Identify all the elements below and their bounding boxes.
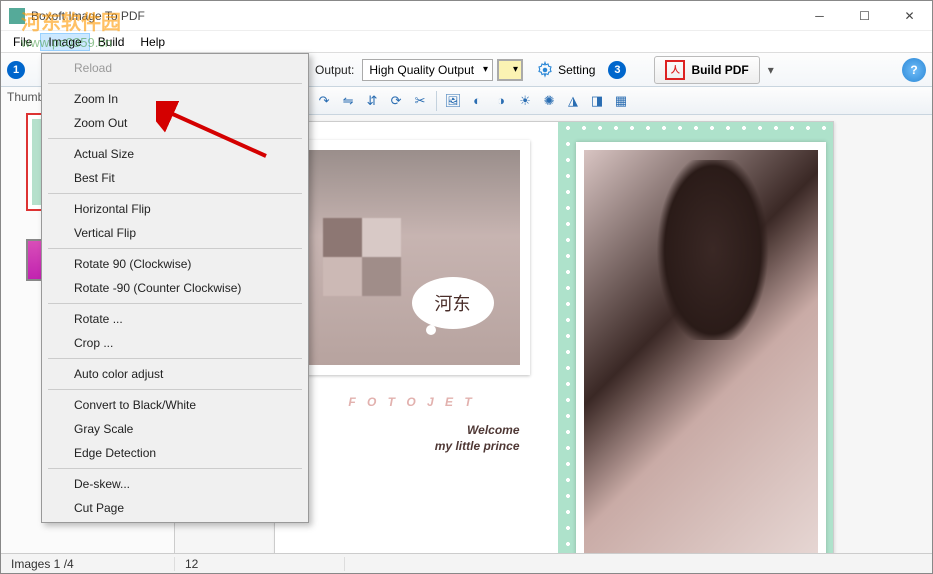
welcome-line-2: my little prince [295, 439, 520, 455]
crop-icon[interactable]: ✂ [410, 91, 430, 111]
page-right-bg [558, 122, 833, 553]
flip-h-icon[interactable]: ⇋ [338, 91, 358, 111]
speech-bubble: 河东 [412, 277, 494, 329]
page-left-col: 河东 F O T O J E T Welcome my little princ… [295, 140, 530, 454]
status-images-count: Images 1 /4 [1, 557, 175, 571]
menu-item-de-skew[interactable]: De-skew... [44, 472, 306, 496]
build-pdf-label: Build PDF [691, 63, 748, 77]
pdf-icon: 人 [665, 60, 685, 80]
close-button[interactable]: ✕ [887, 1, 932, 31]
app-icon [9, 8, 25, 24]
build-pdf-button[interactable]: 人 Build PDF [654, 56, 759, 84]
menu-item-zoom-in[interactable]: Zoom In [44, 87, 306, 111]
build-dropdown-arrow[interactable]: ▾ [768, 63, 774, 77]
menu-item-edge-detection[interactable]: Edge Detection [44, 441, 306, 465]
menu-separator [48, 193, 302, 194]
menu-item-horizontal-flip[interactable]: Horizontal Flip [44, 197, 306, 221]
status-bar: Images 1 /4 12 [1, 553, 932, 573]
menu-item-rotate[interactable]: Rotate ... [44, 307, 306, 331]
menu-item-actual-size[interactable]: Actual Size [44, 142, 306, 166]
pixelated-region [323, 218, 401, 296]
grayscale-icon[interactable]: ◮ [563, 91, 583, 111]
menu-item-zoom-out[interactable]: Zoom Out [44, 111, 306, 135]
settings-button[interactable]: Setting [527, 57, 604, 83]
menu-bar: File Image Build Help [1, 31, 932, 53]
photo-right-content [584, 150, 818, 553]
settings-label: Setting [558, 63, 595, 77]
rotate-right-icon[interactable]: ↷ [314, 91, 334, 111]
flip-v-icon[interactable]: ⇵ [362, 91, 382, 111]
brightness-down-icon[interactable]: ◑ [491, 91, 511, 111]
window-title: Boxoft Image To PDF [31, 9, 924, 23]
bw-icon[interactable]: ◨ [587, 91, 607, 111]
step-3-badge: 3 [608, 61, 626, 79]
minimize-button[interactable]: ─ [797, 1, 842, 31]
gear-icon [536, 61, 554, 79]
rotate-icon[interactable]: ⟳ [386, 91, 406, 111]
menu-separator [48, 138, 302, 139]
welcome-line-1: Welcome [295, 423, 520, 439]
page-preview: 河东 F O T O J E T Welcome my little princ… [274, 121, 834, 553]
fotojet-label: F O T O J E T [295, 395, 530, 409]
color-picker[interactable] [497, 59, 523, 81]
menu-item-cut-page[interactable]: Cut Page [44, 496, 306, 520]
menu-item-vertical-flip[interactable]: Vertical Flip [44, 221, 306, 245]
menu-item-best-fit[interactable]: Best Fit [44, 166, 306, 190]
title-bar: Boxoft Image To PDF ─ ☐ ✕ [1, 1, 932, 31]
step-1-badge: 1 [7, 61, 25, 79]
menu-item-rotate-90-clockwise[interactable]: Rotate 90 (Clockwise) [44, 252, 306, 276]
menu-item-gray-scale[interactable]: Gray Scale [44, 417, 306, 441]
photo-right [576, 142, 826, 553]
menu-separator [48, 83, 302, 84]
output-quality-value: High Quality Output [369, 63, 474, 77]
menu-build[interactable]: Build [90, 33, 133, 51]
menu-item-crop[interactable]: Crop ... [44, 331, 306, 355]
menu-separator [48, 303, 302, 304]
image-menu-dropdown: Reload Zoom InZoom Out Actual SizeBest Fit… [41, 53, 309, 523]
maximize-button[interactable]: ☐ [842, 1, 887, 31]
output-quality-select[interactable]: High Quality Output [362, 59, 493, 81]
brightness-up-icon[interactable]: ◐ [467, 91, 487, 111]
menu-item-convert-to-black-white[interactable]: Convert to Black/White [44, 393, 306, 417]
menu-file[interactable]: File [5, 33, 40, 51]
menu-item-reload: Reload [44, 56, 306, 80]
welcome-text: Welcome my little prince [295, 423, 530, 454]
menu-help[interactable]: Help [132, 33, 173, 51]
menu-item-auto-color-adjust[interactable]: Auto color adjust [44, 362, 306, 386]
status-value: 12 [175, 557, 345, 571]
menu-separator [48, 358, 302, 359]
menu-image[interactable]: Image [40, 33, 89, 51]
menu-separator [48, 248, 302, 249]
menu-separator [48, 468, 302, 469]
output-label: Output: [315, 63, 354, 77]
contrast-up-icon[interactable]: ☀ [515, 91, 535, 111]
contrast-down-icon[interactable]: ✺ [539, 91, 559, 111]
toolbar-separator [436, 91, 437, 111]
photo-left: 河东 [295, 140, 530, 375]
menu-item-rotate-90-counter-clockwise[interactable]: Rotate -90 (Counter Clockwise) [44, 276, 306, 300]
color-swatch [498, 60, 522, 80]
menu-separator [48, 389, 302, 390]
window-controls: ─ ☐ ✕ [797, 1, 932, 31]
edge-icon[interactable]: ▦ [611, 91, 631, 111]
help-button[interactable]: ? [902, 58, 926, 82]
auto-color-icon[interactable]: 🖼 [443, 91, 463, 111]
